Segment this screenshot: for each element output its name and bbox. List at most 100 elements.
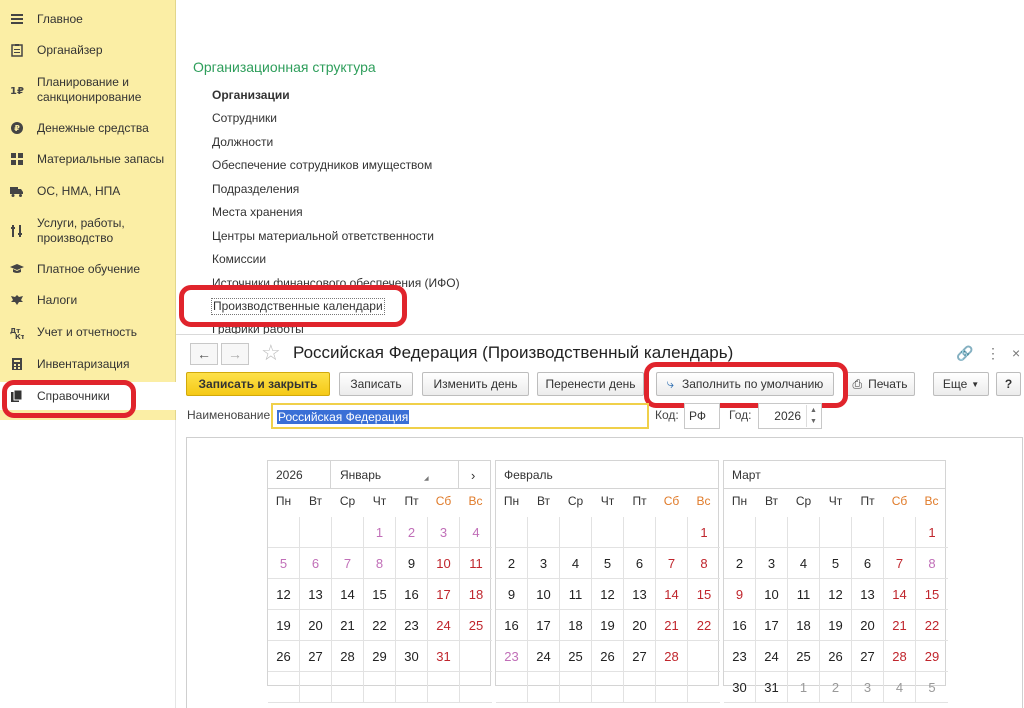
link-commissions[interactable]: Комиссии [212,252,266,267]
calendar-day[interactable]: 5 [820,548,852,579]
calendar-day[interactable]: 4 [788,548,820,579]
calendar-day[interactable]: 9 [396,548,428,579]
calendar-day[interactable]: 14 [332,579,364,610]
sidebar-item-inventory[interactable]: Инвентаризация [0,355,176,373]
sidebar-item-accounting[interactable]: Дт Кт Учет и отчетность [0,323,176,341]
calendar-day[interactable]: 27 [300,641,332,672]
calendar-day[interactable]: 22 [916,610,948,641]
help-button[interactable]: ? [996,372,1021,396]
calendar-day[interactable]: 18 [460,579,492,610]
code-input[interactable]: РФ [684,403,720,429]
calendar-day[interactable]: 10 [756,579,788,610]
sidebar-item-paid-education[interactable]: Платное обучение [0,260,176,278]
calendar-day[interactable]: 24 [428,610,460,641]
calendar-day[interactable]: 7 [332,548,364,579]
calendar-day[interactable]: 8 [688,548,720,579]
calendar-day[interactable]: 15 [916,579,948,610]
calendar-day[interactable]: 23 [724,641,756,672]
calendar-day[interactable]: 6 [300,548,332,579]
link-organizations[interactable]: Организации [212,88,290,103]
calendar-day[interactable]: 1 [688,517,720,548]
calendar-day[interactable]: 25 [460,610,492,641]
change-day-button[interactable]: Изменить день [422,372,529,396]
link-responsibility-centers[interactable]: Центры материальной ответственности [212,229,434,244]
calendar-day[interactable]: 18 [788,610,820,641]
calendar-day[interactable]: 16 [724,610,756,641]
fill-default-button[interactable]: ⤷ Заполнить по умолчанию [656,372,834,396]
calendar-day[interactable]: 17 [756,610,788,641]
calendar-day[interactable]: 5 [592,548,624,579]
calendar-day[interactable]: 9 [724,579,756,610]
calendar-day[interactable]: 23 [496,641,528,672]
calendar-day[interactable]: 22 [364,610,396,641]
calendar-day[interactable]: 9 [496,579,528,610]
calendar-day[interactable]: 16 [396,579,428,610]
calendar-day[interactable]: 31 [756,672,788,703]
calendar-day[interactable]: 4 [460,517,492,548]
calendar-day[interactable]: 23 [396,610,428,641]
calendar-day[interactable]: 14 [884,579,916,610]
link-employee-property[interactable]: Обеспечение сотрудников имуществом [212,158,432,173]
calendar-day[interactable]: 13 [300,579,332,610]
calendar-day[interactable]: 28 [332,641,364,672]
sidebar-item-planning[interactable]: 1₽ Планирование и санкционирование [0,74,176,106]
calendar-day[interactable]: 2 [396,517,428,548]
calendar-day[interactable]: 27 [624,641,656,672]
link-funding-sources[interactable]: Источники финансового обеспечения (ИФО) [212,276,460,291]
star-icon[interactable]: ☆ [261,340,281,366]
calendar-day[interactable]: 22 [688,610,720,641]
calendar-day[interactable]: 20 [624,610,656,641]
calendar-day[interactable]: 5 [268,548,300,579]
calendar-day[interactable]: 31 [428,641,460,672]
calendar-day[interactable]: 15 [688,579,720,610]
forward-button[interactable]: → [221,343,249,365]
calendar-day[interactable]: 12 [268,579,300,610]
dropdown-corner-icon[interactable]: ◢ [424,475,429,482]
calendar-day[interactable]: 29 [916,641,948,672]
link-departments[interactable]: Подразделения [212,182,299,197]
link-production-calendars[interactable]: Производственные календари [211,298,385,315]
calendar-day[interactable]: 21 [332,610,364,641]
calendar-day[interactable]: 13 [852,579,884,610]
calendar-day[interactable]: 10 [528,579,560,610]
month-name[interactable]: Январь [340,468,381,482]
calendar-year[interactable]: 2026 [276,468,303,482]
sidebar-item-main[interactable]: Главное [0,10,176,28]
calendar-day[interactable]: 17 [528,610,560,641]
calendar-day[interactable]: 24 [756,641,788,672]
calendar-day[interactable]: 10 [428,548,460,579]
year-stepper[interactable]: ▲ ▼ [806,405,820,427]
print-button[interactable]: ⎙ Печать [845,372,915,396]
more-vertical-icon[interactable]: ⋮ [986,345,1000,362]
link-positions[interactable]: Должности [212,135,273,150]
calendar-day[interactable]: 25 [788,641,820,672]
calendar-day[interactable]: 1 [916,517,948,548]
calendar-day[interactable]: 3 [852,672,884,703]
calendar-day[interactable]: 6 [852,548,884,579]
calendar-day[interactable]: 2 [724,548,756,579]
calendar-day[interactable]: 21 [656,610,688,641]
calendar-day[interactable]: 21 [884,610,916,641]
calendar-day[interactable]: 26 [820,641,852,672]
sidebar-item-references[interactable]: Справочники [0,382,176,410]
calendar-day[interactable]: 26 [268,641,300,672]
calendar-day[interactable]: 11 [788,579,820,610]
next-month-icon[interactable]: › [471,468,475,483]
calendar-day[interactable]: 12 [820,579,852,610]
calendar-day[interactable]: 4 [560,548,592,579]
calendar-day[interactable]: 30 [396,641,428,672]
calendar-day[interactable]: 17 [428,579,460,610]
calendar-day[interactable]: 18 [560,610,592,641]
calendar-day[interactable]: 14 [656,579,688,610]
calendar-day[interactable]: 20 [852,610,884,641]
calendar-day[interactable]: 13 [624,579,656,610]
calendar-day[interactable]: 1 [364,517,396,548]
calendar-day[interactable]: 28 [884,641,916,672]
calendar-day[interactable]: 30 [724,672,756,703]
sidebar-item-services[interactable]: Услуги, работы, производство [0,215,176,247]
move-day-button[interactable]: Перенести день [537,372,644,396]
calendar-day[interactable]: 5 [916,672,948,703]
calendar-day[interactable]: 6 [624,548,656,579]
calendar-day[interactable]: 19 [592,610,624,641]
calendar-day[interactable]: 4 [884,672,916,703]
